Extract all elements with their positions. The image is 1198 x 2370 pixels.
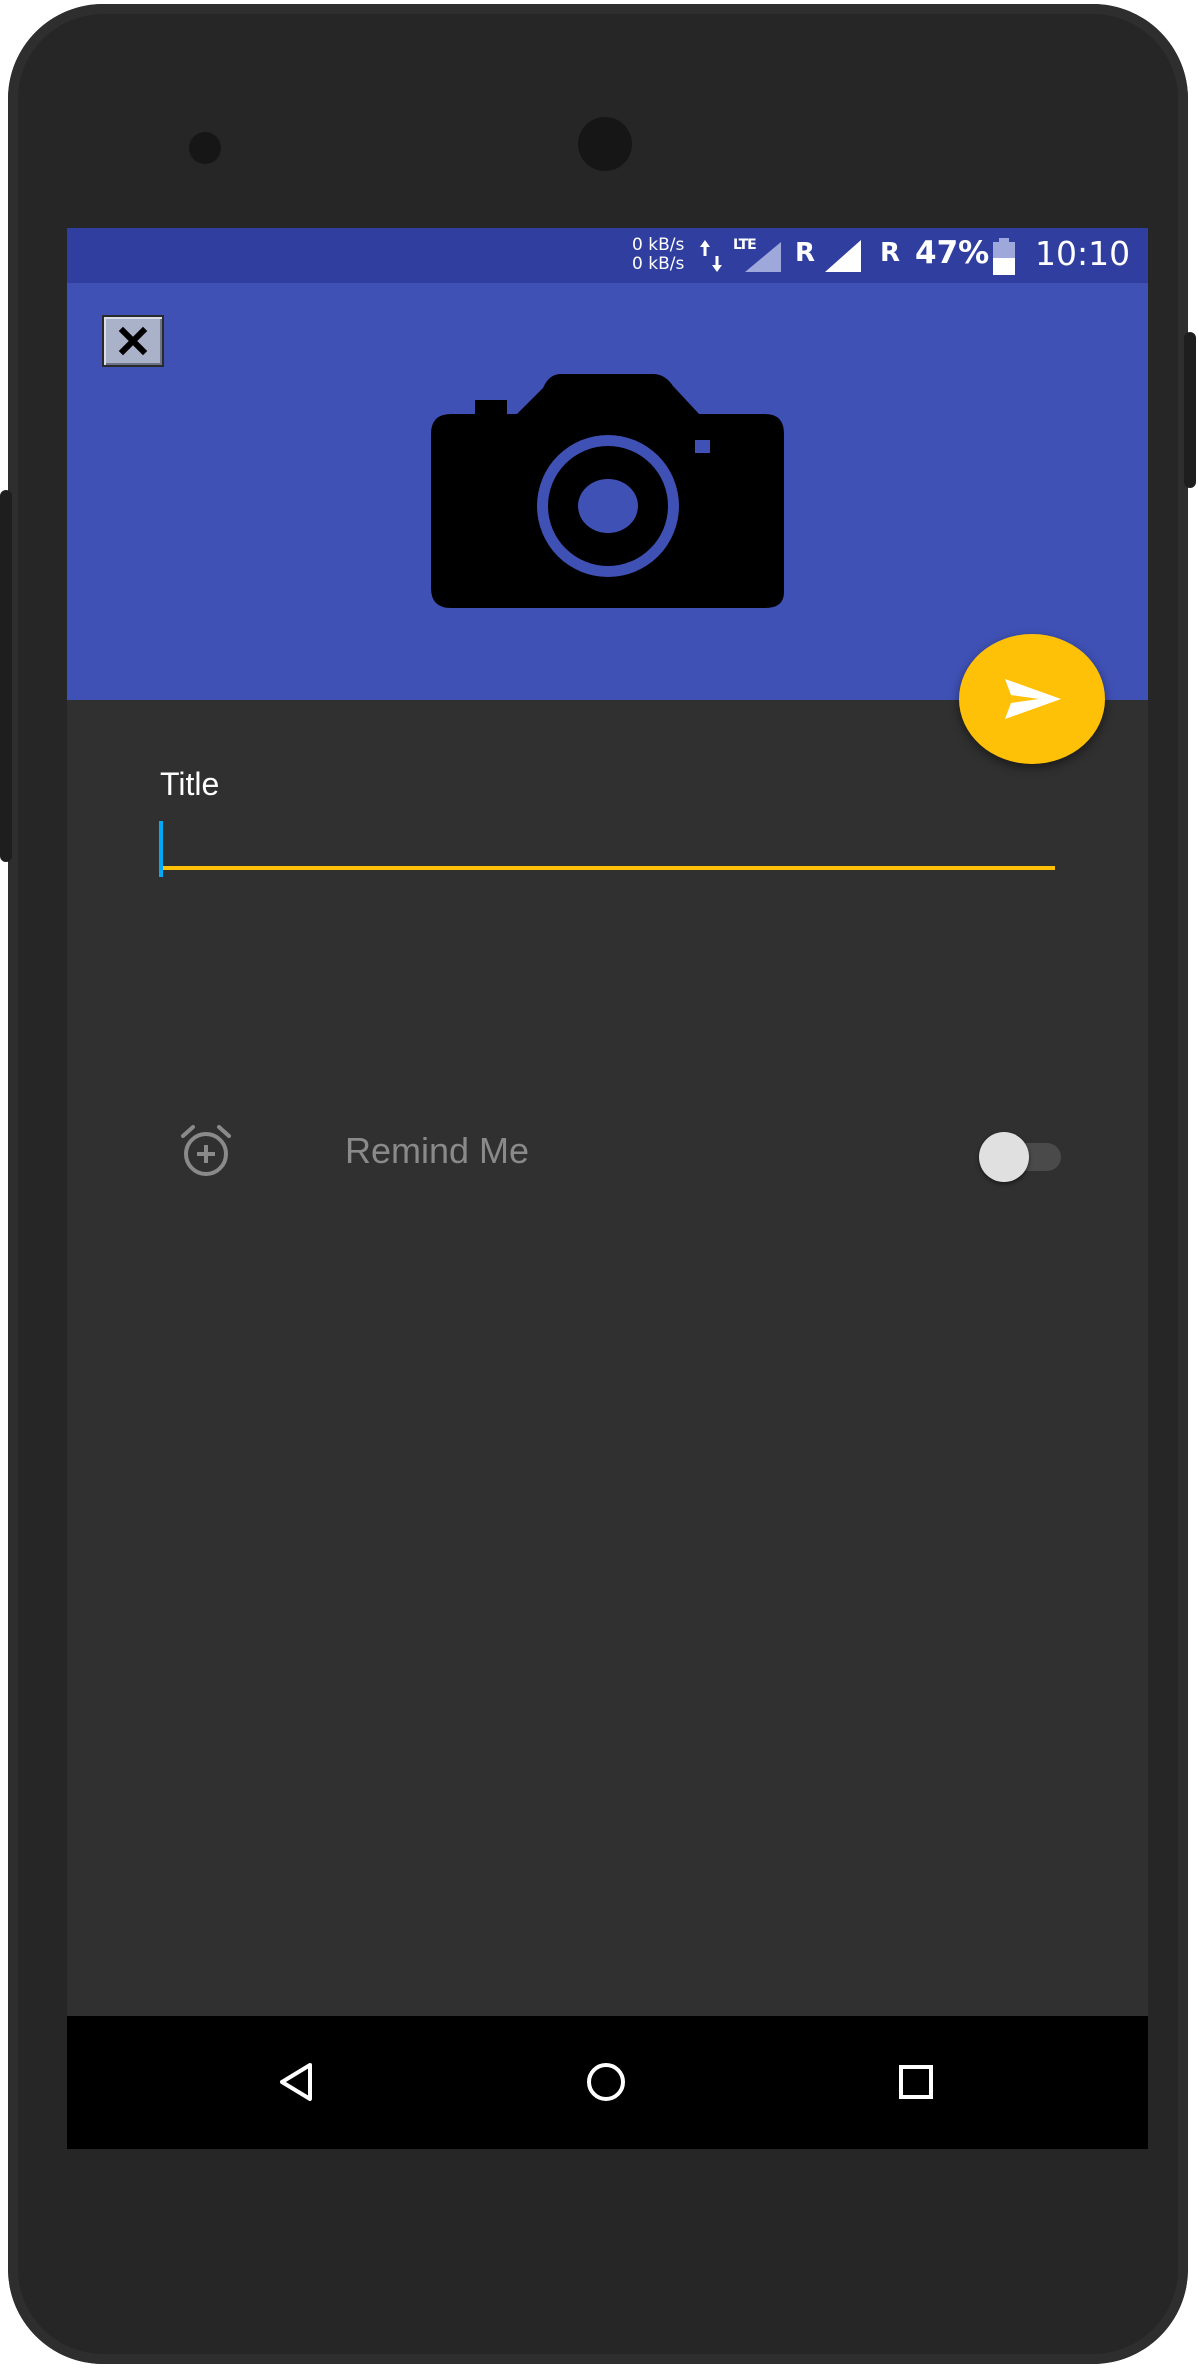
send-icon (1005, 679, 1061, 719)
alarm-add-icon (181, 1125, 231, 1176)
camera-icon[interactable] (431, 374, 784, 608)
title-label: Title (160, 766, 220, 802)
title-input[interactable] (160, 818, 1055, 870)
signal-icon-sim2 (825, 240, 861, 272)
navigation-bar (67, 2016, 1148, 2149)
remind-me-label: Remind Me (345, 1130, 530, 1171)
back-button[interactable] (269, 2054, 325, 2110)
remind-me-row[interactable]: Remind Me (179, 1118, 1079, 1186)
clock: 10:10 (1035, 234, 1131, 273)
status-bar: 0 kB/s 0 kB/s LTE R R 47% 10:10 (67, 228, 1148, 283)
switch-thumb (979, 1132, 1029, 1182)
send-fab[interactable] (959, 634, 1105, 764)
front-camera (578, 117, 632, 171)
battery-percent: 47% (915, 235, 990, 271)
image-header[interactable] (67, 283, 1148, 700)
home-button[interactable] (578, 2054, 634, 2110)
network-speed: 0 kB/s 0 kB/s (632, 236, 684, 274)
text-cursor (159, 821, 163, 877)
battery-icon (993, 238, 1015, 275)
home-icon (587, 2063, 625, 2101)
close-icon (118, 326, 148, 356)
phone-frame: 0 kB/s 0 kB/s LTE R R 47% 10:10 Title Re… (0, 4, 1196, 2364)
back-icon (280, 2063, 312, 2101)
side-button-right (1184, 332, 1196, 488)
screen: 0 kB/s 0 kB/s LTE R R 47% 10:10 Title Re… (67, 228, 1148, 2149)
network-speed-up: 0 kB/s (632, 235, 685, 255)
side-button-left (0, 490, 12, 862)
signal-icon-sim1 (745, 242, 781, 272)
recents-icon (899, 2065, 933, 2099)
close-button[interactable] (102, 315, 164, 367)
roaming-indicator-2: R (880, 238, 901, 268)
recents-button[interactable] (888, 2054, 944, 2110)
data-transfer-icon (700, 240, 722, 272)
network-speed-down: 0 kB/s (632, 254, 685, 274)
remind-me-switch[interactable] (979, 1132, 1063, 1182)
roaming-indicator-1: R (795, 238, 816, 268)
proximity-sensor (189, 132, 221, 164)
